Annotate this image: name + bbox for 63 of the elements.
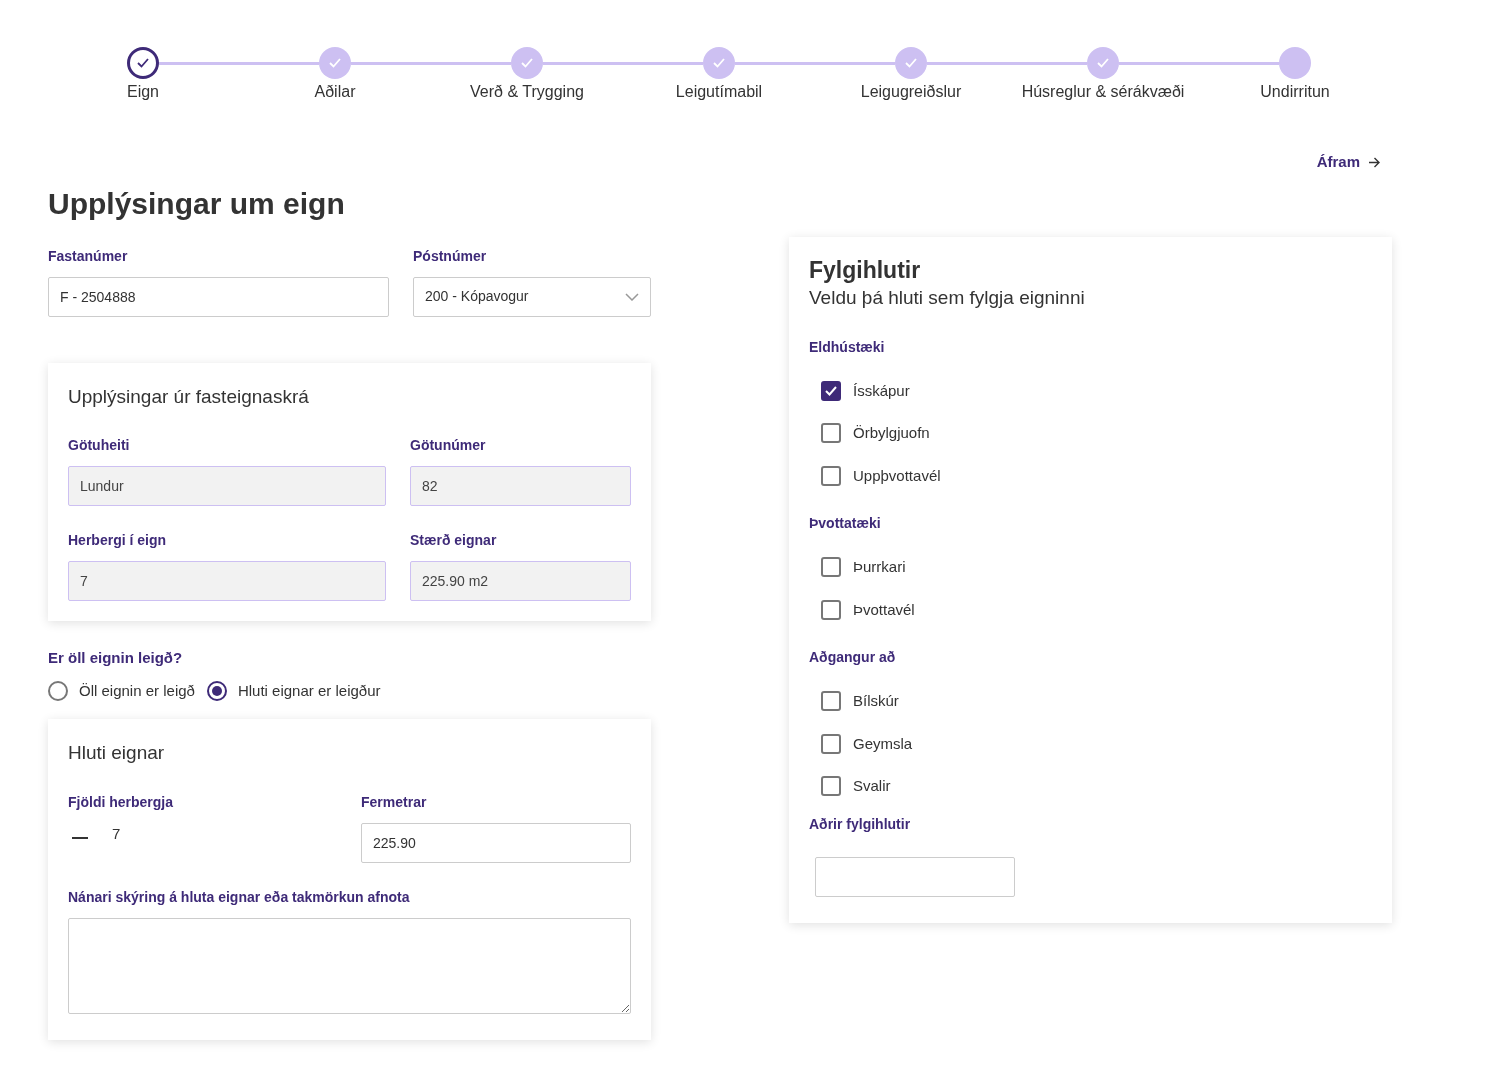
check-icon <box>825 385 837 396</box>
chevron-down-icon <box>625 292 639 301</box>
text-field[interactable] <box>815 856 1015 897</box>
checkbox[interactable] <box>821 465 841 486</box>
step-label: Leigugreiðslur <box>860 82 962 102</box>
radio-label[interactable]: Öll eignin er leigð <box>79 679 195 702</box>
check-icon <box>521 58 533 68</box>
field-label: Fastanúmer <box>48 246 129 266</box>
checkbox-label[interactable]: Svalir <box>853 775 891 798</box>
step-label: Húsreglur & sérákvæði <box>1021 82 1185 102</box>
checkbox-label[interactable]: Þurrkari <box>853 556 906 579</box>
check-icon <box>329 58 341 68</box>
card-title: Fylgihlutir <box>809 256 922 285</box>
checkbox[interactable] <box>821 733 841 754</box>
step-label: Undirritun <box>1260 82 1330 102</box>
checkbox[interactable] <box>821 776 841 797</box>
group-title: Þvottatæki <box>809 514 882 534</box>
room-count: 7 <box>112 823 121 844</box>
radio-button[interactable] <box>48 680 68 701</box>
field-label: Stærð eignar <box>410 531 498 550</box>
checkbox-label[interactable]: Bílskúr <box>853 690 899 713</box>
checkbox-label[interactable]: Geymsla <box>853 732 913 756</box>
radio-button[interactable] <box>206 680 227 701</box>
card-subtitle: Veldu þá hluti sem fylgja eigninni <box>809 286 1086 311</box>
next-button[interactable]: Áfram <box>1316 151 1380 174</box>
check-icon <box>905 58 917 68</box>
checkbox-label[interactable]: Örbylgjuofn <box>853 422 930 445</box>
arrow-right-icon <box>1368 156 1380 168</box>
page-title: Upplýsingar um eign <box>48 185 346 222</box>
checkbox-label[interactable]: Uppþvottavél <box>853 464 941 488</box>
field-label: Nánari skýring á hluta eignar eða takmörkun afnota <box>68 887 411 907</box>
minus-icon[interactable] <box>72 836 88 839</box>
text-field[interactable]: F - 2504888 <box>48 276 389 317</box>
step-label: Leigutímabil <box>675 82 763 102</box>
field-label: Herbergi í eign <box>68 531 168 550</box>
card-title: Upplýsingar úr fasteignaskrá <box>68 384 310 409</box>
field-label: Fjöldi herbergja <box>68 792 174 812</box>
checkbox-label[interactable]: Þvottavél <box>853 598 915 622</box>
card-title: Hluti eignar <box>68 741 166 765</box>
field-label: Fermetrar <box>361 792 428 812</box>
postcode-select[interactable]: 200 - Kópavogur <box>413 276 651 317</box>
text-field[interactable]: 225.90 <box>361 822 631 863</box>
group-title: Eldhústæki <box>809 337 886 357</box>
field-label: Götuheiti <box>68 436 131 455</box>
checkbox[interactable] <box>821 380 841 401</box>
step-label: Eign <box>127 82 159 102</box>
check-icon <box>137 58 149 68</box>
check-icon <box>1097 58 1109 68</box>
checkbox[interactable] <box>821 423 841 444</box>
checkbox-label[interactable]: Ísskápur <box>853 379 910 403</box>
checkbox[interactable] <box>821 599 841 620</box>
radio-label[interactable]: Hluti eignar er leigður <box>237 679 381 702</box>
question-label: Er öll eignin leigð? <box>48 648 184 668</box>
check-icon <box>713 58 725 68</box>
step-label: Verð & Trygging <box>470 82 584 102</box>
group-title: Aðgangur að <box>809 648 897 668</box>
checkbox[interactable] <box>821 691 841 712</box>
field-label: Póstnúmer <box>413 246 488 266</box>
field-label: Götunúmer <box>410 436 487 455</box>
step-label: Aðilar <box>314 82 356 102</box>
checkbox[interactable] <box>821 557 841 578</box>
step-circle[interactable] <box>127 47 159 79</box>
field-label: Aðrir fylgihlutir <box>809 814 912 834</box>
